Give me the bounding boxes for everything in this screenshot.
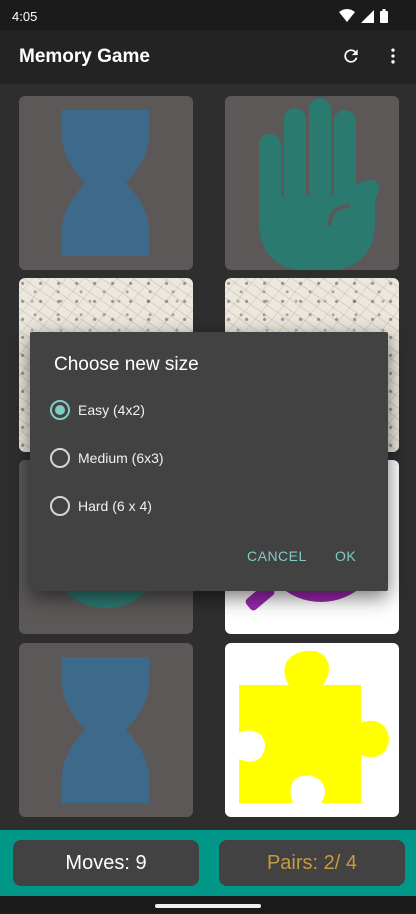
- option-medium-label: Medium (6x3): [78, 450, 164, 466]
- pairs-counter: Pairs: 2/ 4: [219, 840, 405, 886]
- cancel-button[interactable]: CANCEL: [247, 548, 307, 564]
- hourglass-icon: [62, 110, 149, 256]
- choose-size-dialog: Choose new size Easy (4x2) Medium (6x3) …: [30, 332, 388, 591]
- option-hard[interactable]: Hard (6 x 4): [50, 493, 152, 519]
- dialog-title: Choose new size: [54, 354, 199, 375]
- refresh-button[interactable]: [337, 42, 365, 70]
- puzzle-icon: [239, 650, 389, 803]
- more-vert-icon: [391, 48, 395, 64]
- option-medium[interactable]: Medium (6x3): [50, 445, 164, 471]
- app-title: Memory Game: [19, 46, 150, 67]
- home-gesture-handle[interactable]: [155, 904, 261, 908]
- radio-easy[interactable]: [50, 400, 70, 420]
- wifi-icon: [339, 9, 355, 22]
- option-hard-label: Hard (6 x 4): [78, 498, 152, 514]
- option-easy-label: Easy (4x2): [78, 402, 145, 418]
- card-2[interactable]: [225, 96, 399, 270]
- hourglass-icon: [62, 657, 149, 803]
- ok-button[interactable]: OK: [335, 548, 356, 564]
- radio-medium[interactable]: [50, 448, 70, 468]
- option-easy[interactable]: Easy (4x2): [50, 397, 145, 423]
- overflow-menu-button[interactable]: [379, 42, 407, 70]
- battery-icon: [380, 9, 388, 23]
- radio-hard[interactable]: [50, 496, 70, 516]
- refresh-icon: [344, 49, 358, 63]
- status-bar: 4:05: [0, 0, 416, 30]
- status-time: 4:05: [12, 9, 38, 24]
- hand-icon: [259, 98, 379, 270]
- card-1[interactable]: [19, 96, 193, 270]
- card-7[interactable]: [19, 643, 193, 817]
- app-bar: Memory Game: [0, 30, 416, 84]
- signal-icon: [361, 9, 374, 23]
- card-8[interactable]: [225, 643, 399, 817]
- moves-counter: Moves: 9: [13, 840, 199, 886]
